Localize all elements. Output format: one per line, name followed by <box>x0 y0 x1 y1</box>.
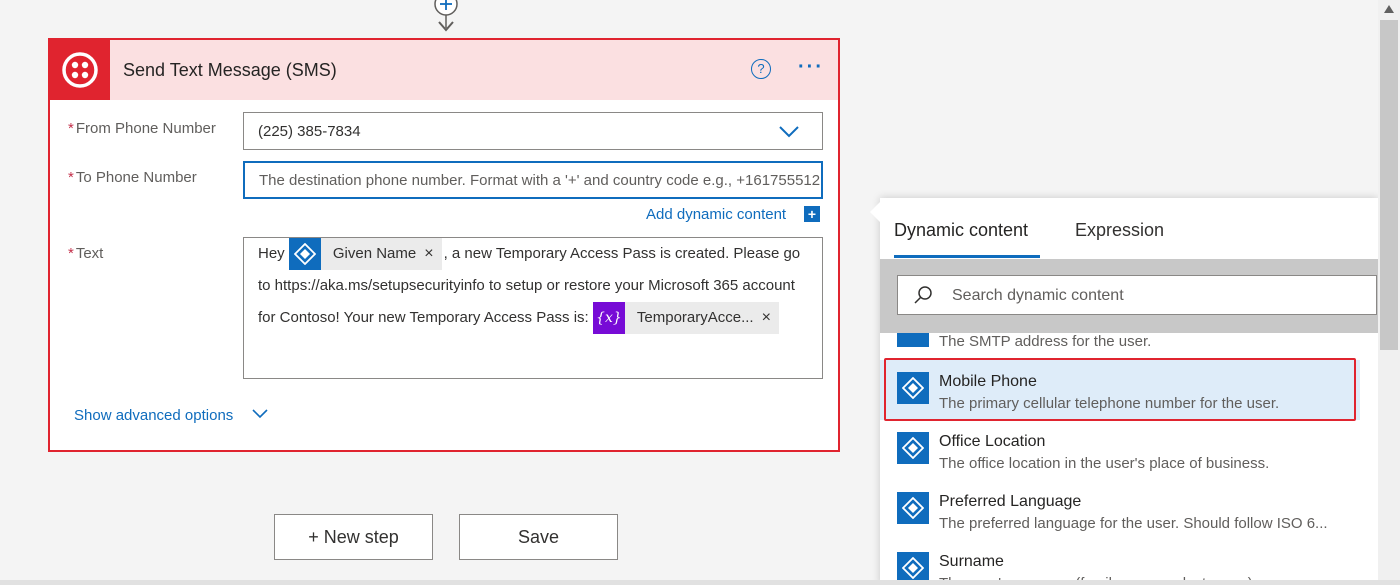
sms-action-card: Send Text Message (SMS) ? ··· * From Phon… <box>48 38 840 452</box>
more-options-icon[interactable]: ··· <box>798 56 824 79</box>
twilio-logo-icon <box>50 40 110 100</box>
add-dynamic-content-link[interactable]: Add dynamic content <box>646 206 786 223</box>
item-title: Surname <box>939 553 1004 570</box>
required-mark: * <box>68 245 74 262</box>
scroll-up-arrow-icon[interactable] <box>1383 4 1395 14</box>
to-phone-input[interactable] <box>245 163 821 197</box>
list-item-preferred-language[interactable]: Preferred Language The preferred languag… <box>880 480 1360 540</box>
from-phone-dropdown[interactable]: (225) 385-7834 <box>243 112 823 150</box>
token-label: Given Name <box>332 245 417 263</box>
card-header[interactable]: Send Text Message (SMS) ? ··· <box>50 40 838 100</box>
azure-ad-icon <box>288 238 321 271</box>
item-description: The preferred language for the user. Sho… <box>939 515 1328 532</box>
new-step-button[interactable]: + New step <box>274 514 433 560</box>
from-phone-label-text: From Phone Number <box>75 120 216 137</box>
to-phone-label-text: To Phone Number <box>75 169 197 186</box>
azure-ad-icon <box>897 432 929 464</box>
text-label: * Text <box>68 245 103 262</box>
horizontal-scrollbar[interactable] <box>0 580 1400 585</box>
temporary-access-pass-token[interactable]: {x} TemporaryAcce... × <box>592 302 779 335</box>
show-advanced-options-link[interactable]: Show advanced options <box>74 407 233 424</box>
search-icon <box>914 286 932 304</box>
search-input[interactable] <box>950 276 1374 316</box>
chevron-down-icon <box>779 126 799 138</box>
save-button[interactable]: Save <box>459 514 618 560</box>
required-mark: * <box>68 120 74 137</box>
text-part: Hey <box>258 245 285 262</box>
selection-highlight <box>884 358 1356 421</box>
variable-icon: {x} <box>592 302 625 335</box>
active-tab-underline <box>894 255 1040 258</box>
chevron-down-icon[interactable] <box>252 408 268 420</box>
add-dynamic-plus-icon[interactable]: + <box>804 206 820 222</box>
close-icon[interactable]: × <box>762 302 779 334</box>
tab-expression[interactable]: Expression <box>1075 220 1164 241</box>
azure-ad-icon <box>897 492 929 524</box>
text-label-text: Text <box>75 245 104 262</box>
from-phone-label: * From Phone Number <box>68 120 216 137</box>
from-phone-value: (225) 385-7834 <box>258 123 361 140</box>
text-message-field[interactable]: Hey Given Name × , a new Temporary Acces… <box>243 237 823 379</box>
to-phone-field[interactable] <box>243 161 823 199</box>
required-mark: * <box>68 169 74 186</box>
scrollbar-thumb[interactable] <box>1380 20 1398 350</box>
item-title: Office Location <box>939 433 1046 450</box>
close-icon[interactable]: × <box>424 238 441 270</box>
given-name-token[interactable]: Given Name × <box>288 238 442 271</box>
help-icon[interactable]: ? <box>751 59 771 79</box>
text-message-content[interactable]: Hey Given Name × , a new Temporary Acces… <box>258 238 808 335</box>
item-title: Preferred Language <box>939 493 1082 510</box>
search-box[interactable] <box>897 275 1377 316</box>
add-step-connector[interactable] <box>431 0 461 38</box>
panel-pointer <box>870 200 882 224</box>
search-zone <box>880 259 1378 333</box>
card-title: Send Text Message (SMS) <box>123 60 337 80</box>
list-item-office-location[interactable]: Office Location The office location in t… <box>880 420 1360 480</box>
to-phone-label: * To Phone Number <box>68 169 197 186</box>
item-description: The office location in the user's place … <box>939 455 1270 472</box>
azure-ad-icon <box>897 333 929 347</box>
tab-dynamic-content[interactable]: Dynamic content <box>894 220 1028 241</box>
list-item-partial[interactable]: The SMTP address for the user. <box>880 333 1360 353</box>
item-description: The SMTP address for the user. <box>939 333 1152 350</box>
token-label: TemporaryAcce... <box>636 309 754 327</box>
list-item-surname[interactable]: Surname The user's surname (family name … <box>880 540 1360 585</box>
